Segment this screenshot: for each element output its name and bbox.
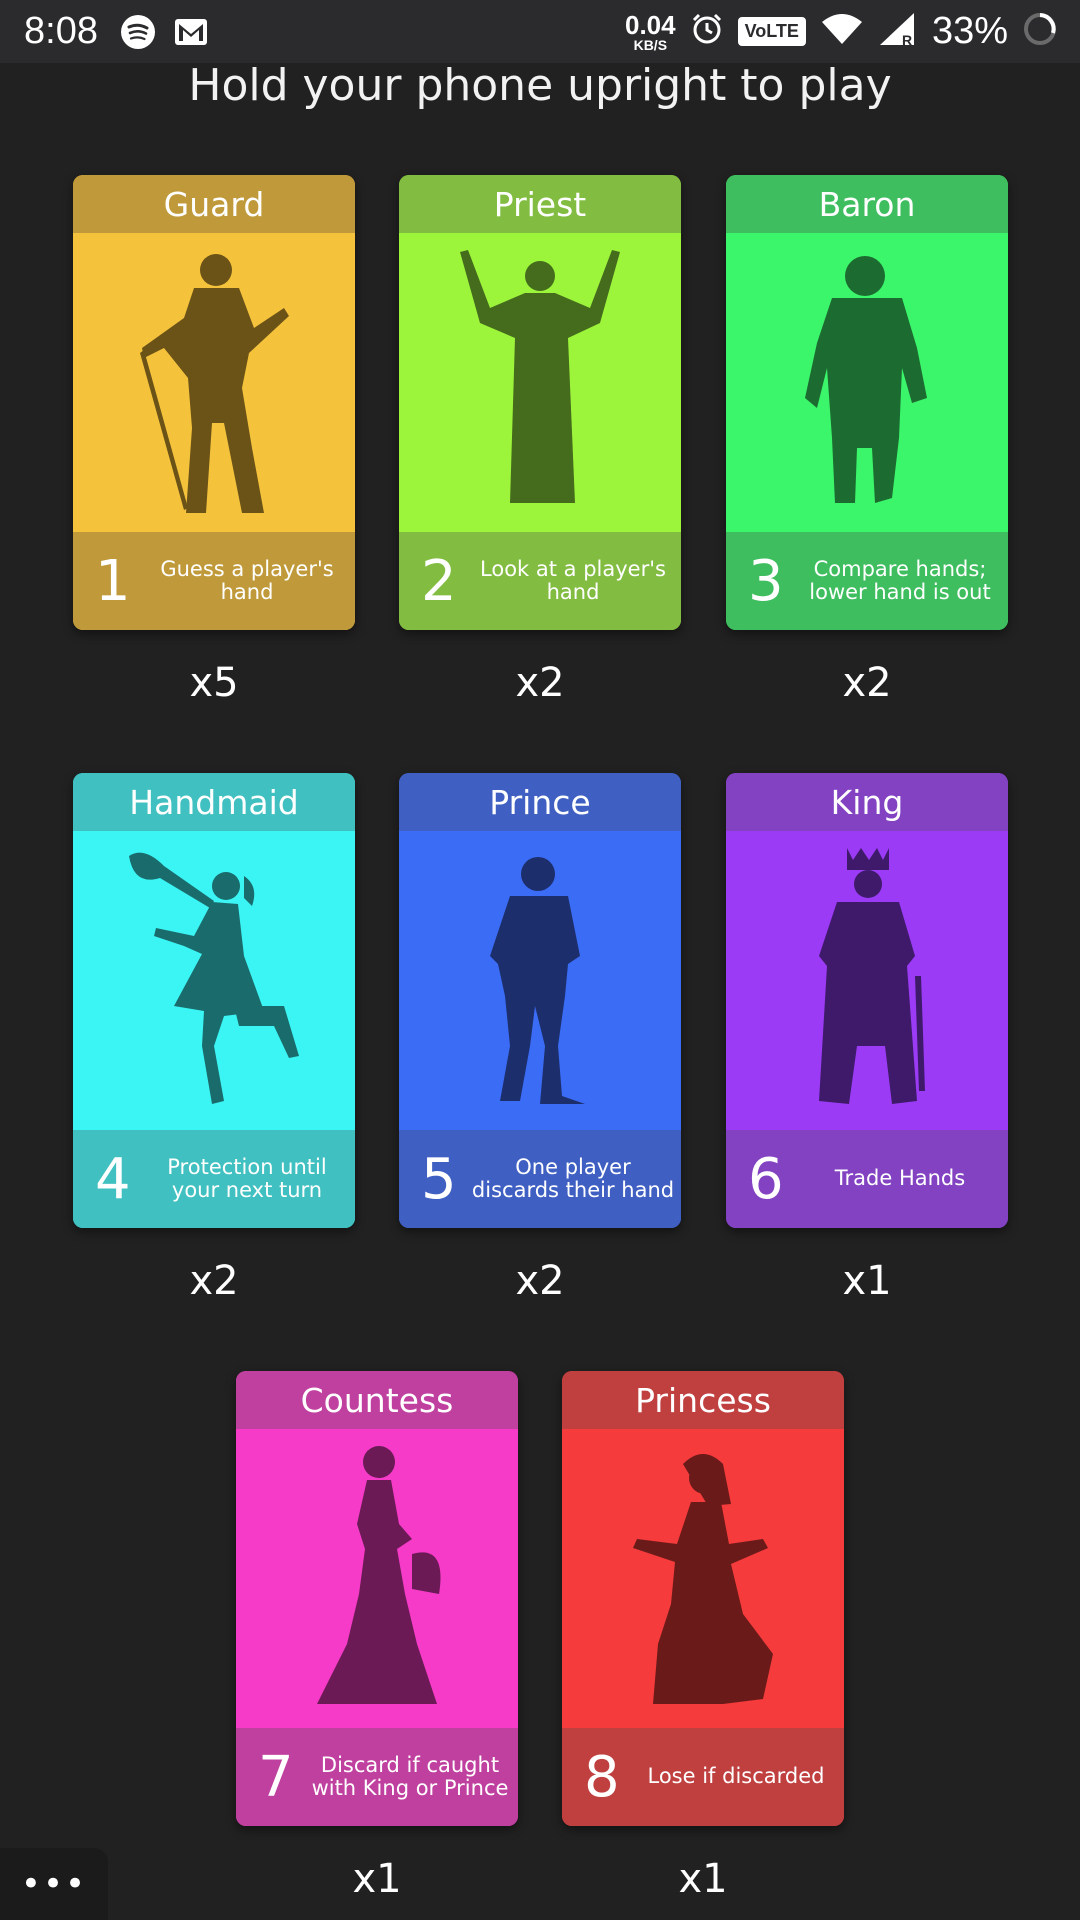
wifi-icon: [820, 12, 864, 51]
card-footer: 2 Look at a player's hand: [399, 532, 681, 630]
battery-icon: [1022, 11, 1058, 52]
card-title: Princess: [562, 1371, 844, 1429]
card-footer: 5 One player discards their hand: [399, 1130, 681, 1228]
card-number: 4: [95, 1146, 131, 1212]
card-title: Guard: [73, 175, 355, 233]
more-menu-button[interactable]: •••: [0, 1848, 108, 1920]
volte-badge: VoLTE: [737, 17, 806, 46]
card-title: King: [726, 773, 1008, 831]
card-baron[interactable]: Baron 3 Compare hands; lower hand is out: [726, 175, 1008, 630]
card-king[interactable]: King 6 Trade Hands: [726, 773, 1008, 1228]
card-number: 1: [95, 548, 131, 614]
card-description: Trade Hands: [834, 1166, 966, 1191]
card-number: 2: [421, 548, 457, 614]
card-guard[interactable]: Guard 1 Guess a player's hand: [73, 175, 355, 630]
svg-text:R: R: [902, 32, 912, 47]
signal-icon: R: [878, 11, 918, 52]
prince-icon: [399, 831, 681, 1130]
card-priest[interactable]: Priest 2 Look at a player's hand: [399, 175, 681, 630]
card-title: Priest: [399, 175, 681, 233]
card-description: Look at a player's hand: [480, 556, 666, 604]
card-princess[interactable]: Princess 8 Lose if discarded: [562, 1371, 844, 1826]
card-prince[interactable]: Prince 5 One player discards their hand: [399, 773, 681, 1228]
card-description: Compare hands; lower hand is out: [809, 556, 991, 604]
card-description: Discard if caught with King or Prince: [311, 1752, 509, 1800]
card-number: 5: [421, 1146, 457, 1212]
card-count: x2: [842, 660, 892, 706]
card-footer: 8 Lose if discarded: [562, 1728, 844, 1826]
card-count: x2: [189, 1258, 239, 1304]
baron-icon: [726, 233, 1008, 532]
card-number: 7: [258, 1744, 294, 1810]
gmail-icon: [174, 18, 208, 46]
card-footer: 6 Trade Hands: [726, 1130, 1008, 1228]
spotify-icon: [120, 14, 156, 50]
card-number: 3: [748, 548, 784, 614]
countess-icon: [236, 1429, 518, 1728]
card-countess[interactable]: Countess 7 Discard if caught with King or …: [236, 1371, 518, 1826]
guard-icon: [73, 233, 355, 532]
card-footer: 3 Compare hands; lower hand is out: [726, 532, 1008, 630]
network-speed: 0.04 KB/S: [625, 9, 676, 53]
card-handmaid[interactable]: Handmaid 4 Protection until your next turn: [73, 773, 355, 1228]
page-title: Hold your phone upright to play: [188, 60, 892, 111]
king-icon: [726, 831, 1008, 1130]
card-description: Guess a player's hand: [160, 556, 334, 604]
card-footer: 1 Guess a player's hand: [73, 532, 355, 630]
status-bar: 8:08 0.04 KB/S VoLTE R 33%: [0, 0, 1080, 63]
card-footer: 4 Protection until your next turn: [73, 1130, 355, 1228]
card-count: x2: [515, 1258, 565, 1304]
priest-icon: [399, 233, 681, 532]
card-title: Baron: [726, 175, 1008, 233]
handmaid-icon: [73, 831, 355, 1130]
card-title: Countess: [236, 1371, 518, 1429]
card-count: x1: [678, 1856, 728, 1902]
princess-icon: [562, 1429, 844, 1728]
battery-percent: 33%: [931, 10, 1008, 52]
card-description: One player discards their hand: [471, 1154, 675, 1202]
card-count: x1: [352, 1856, 402, 1902]
clock: 8:08: [24, 10, 98, 52]
card-count: x2: [515, 660, 565, 706]
card-count: x1: [842, 1258, 892, 1304]
card-number: 6: [748, 1146, 784, 1212]
card-count: x5: [189, 660, 239, 706]
card-title: Handmaid: [73, 773, 355, 831]
card-description: Lose if discarded: [647, 1764, 825, 1789]
card-description: Protection until your next turn: [167, 1154, 327, 1202]
alarm-icon: [690, 12, 724, 51]
card-number: 8: [584, 1744, 620, 1810]
card-title: Prince: [399, 773, 681, 831]
card-footer: 7 Discard if caught with King or Prince: [236, 1728, 518, 1826]
